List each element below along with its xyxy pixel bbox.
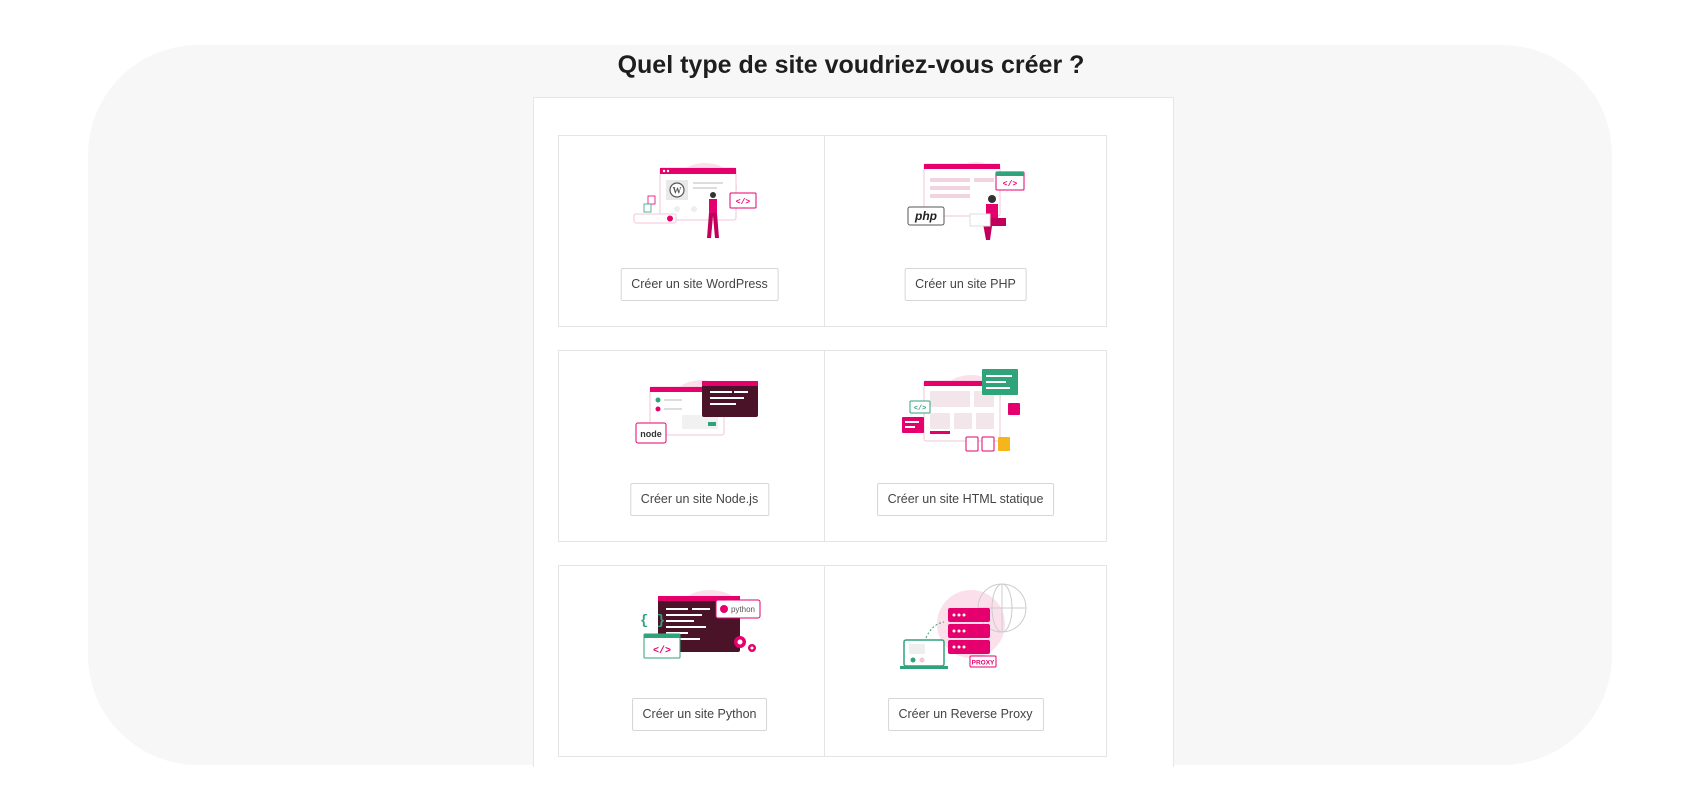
create-php-button[interactable]: Créer un site PHP — [904, 268, 1027, 301]
site-type-card: W </> Créer un site WordPress </> php Cr… — [533, 97, 1174, 767]
option-wordpress[interactable]: W </> Créer un site WordPress — [558, 135, 841, 327]
svg-text:{ }: { } — [640, 613, 665, 629]
create-wordpress-button[interactable]: Créer un site WordPress — [620, 268, 779, 301]
svg-text:</>: </> — [652, 645, 670, 657]
create-python-button[interactable]: Créer un site Python — [631, 698, 768, 731]
wordpress-illustration-icon: W </> — [633, 163, 756, 238]
php-badge: php — [914, 209, 937, 223]
svg-text:W: W — [672, 186, 681, 196]
php-illustration-icon: </> php — [907, 162, 1024, 240]
reverse-proxy-illustration-icon: PROXY — [899, 583, 1026, 669]
node-badge: node — [640, 429, 662, 439]
option-php[interactable]: </> php Créer un site PHP — [824, 135, 1107, 327]
option-python[interactable]: python { } </> Créer un site Python — [558, 565, 841, 757]
create-nodejs-button[interactable]: Créer un site Node.js — [629, 483, 770, 516]
html-badge: </> — [913, 405, 926, 413]
option-html[interactable]: </> Créer un site HTML statique — [824, 350, 1107, 542]
option-reverse-proxy[interactable]: PROXY Créer un Reverse Proxy — [824, 565, 1107, 757]
python-illustration-icon: python { } </> — [640, 590, 760, 659]
create-reverse-proxy-button[interactable]: Créer un Reverse Proxy — [887, 698, 1044, 731]
html-illustration-icon: </> — [901, 369, 1020, 452]
svg-text:</>: </> — [735, 198, 750, 207]
python-badge: python — [730, 605, 754, 614]
proxy-badge: PROXY — [971, 660, 994, 667]
nodejs-illustration-icon: node — [635, 380, 758, 444]
svg-text:</>: </> — [1002, 180, 1017, 189]
page-title: Quel type de site voudriez-vous créer ? — [617, 51, 1085, 79]
option-nodejs[interactable]: node Créer un site Node.js — [558, 350, 841, 542]
create-html-button[interactable]: Créer un site HTML statique — [876, 483, 1055, 516]
